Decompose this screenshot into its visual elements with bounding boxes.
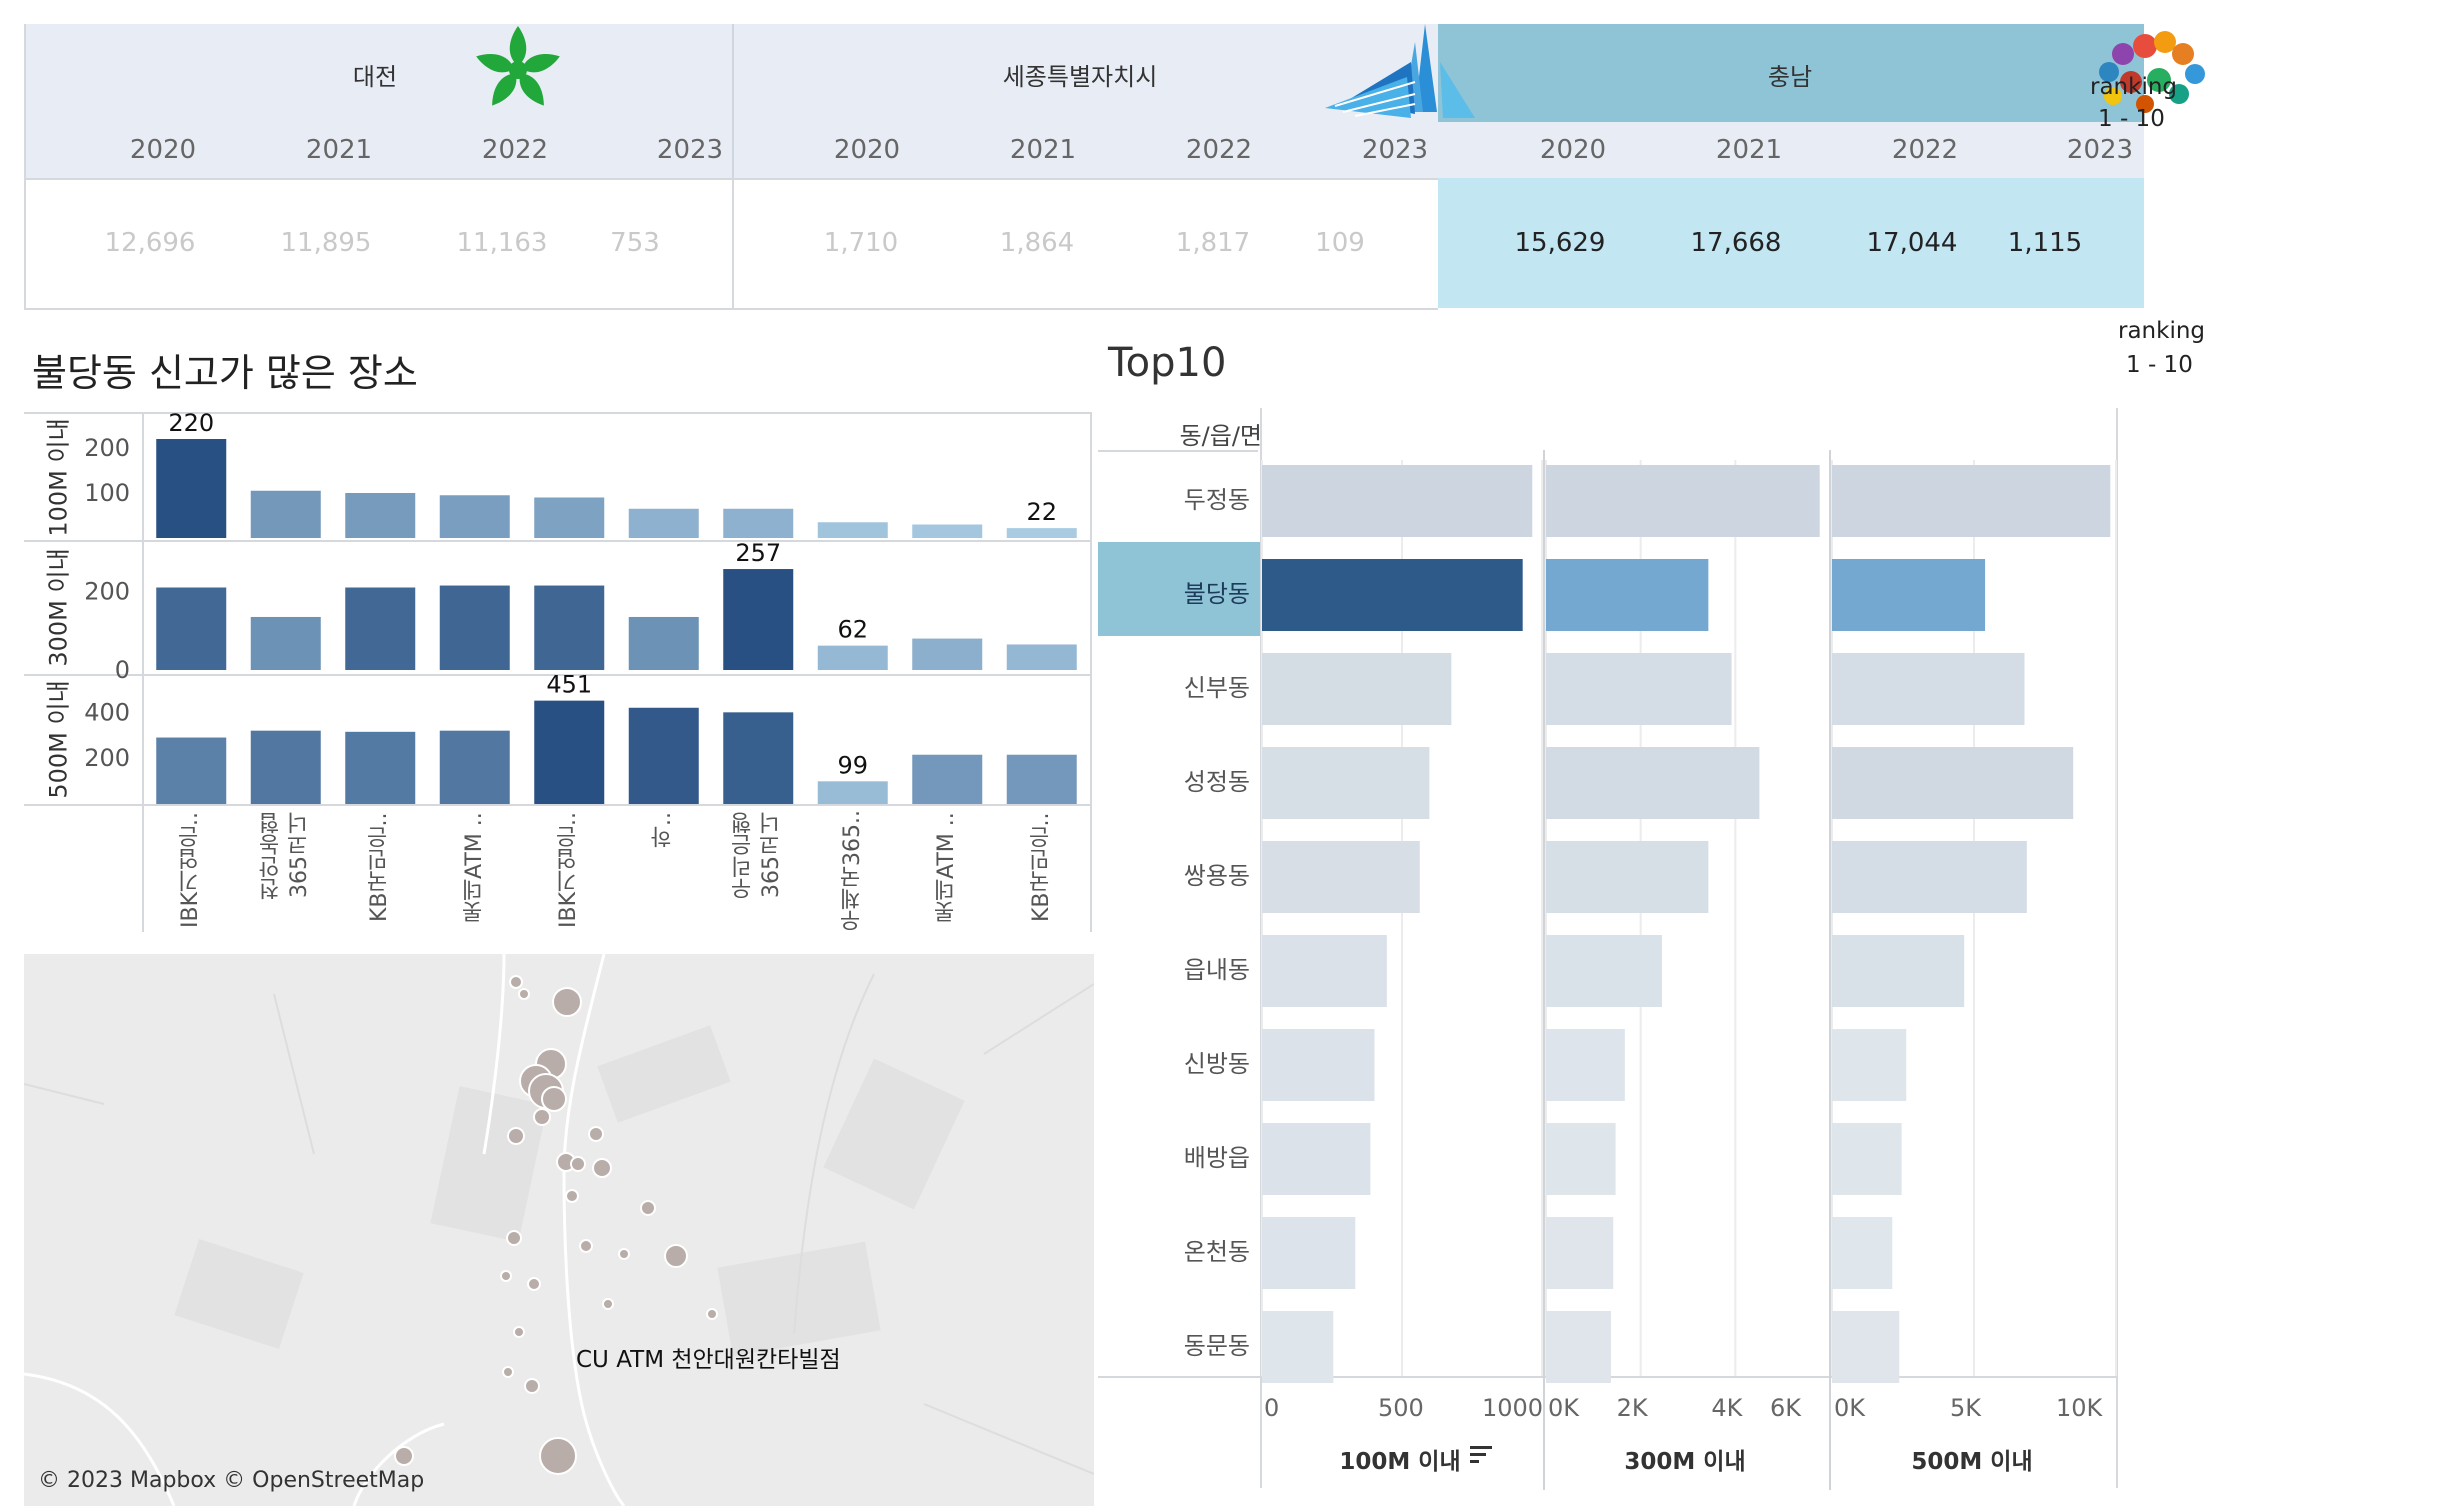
bar[interactable] [1832,841,2027,913]
bar[interactable] [1832,935,1965,1007]
measure-label-100m[interactable]: 100M 이내 [1260,1442,1540,1476]
bar[interactable] [1546,1029,1625,1101]
x-tick-label: 5K [1950,1394,1982,1422]
x-tick-label: 4K [1711,1394,1743,1422]
bar[interactable] [1262,841,1420,913]
bar[interactable] [1546,1123,1616,1195]
bar[interactable] [1832,1123,1902,1195]
x-tick-label: 0K [1548,1394,1580,1422]
bar[interactable] [1546,935,1662,1007]
x-tick-label: 0 [1264,1394,1280,1422]
top10-bar-chart [1261,450,2117,1490]
bar[interactable] [1546,1217,1614,1289]
bar[interactable] [1546,653,1732,725]
x-tick-label: 2K [1616,1394,1648,1422]
bar[interactable] [1832,653,2025,725]
x-tick-label: 0K [1834,1394,1866,1422]
bar[interactable] [1832,1029,1907,1101]
x-tick-label: 500 [1378,1394,1424,1422]
bar[interactable] [1546,1311,1611,1383]
bar[interactable] [1832,465,2111,537]
bar[interactable] [1262,559,1523,631]
bar[interactable] [1546,747,1760,819]
bar[interactable] [1262,1123,1371,1195]
bar[interactable] [1262,935,1387,1007]
bar[interactable] [1262,1029,1375,1101]
bar[interactable] [1832,1311,1900,1383]
bar[interactable] [1262,653,1452,725]
bar[interactable] [1262,465,1533,537]
bar[interactable] [1262,1217,1356,1289]
bar[interactable] [1546,559,1709,631]
bar[interactable] [1546,465,1820,537]
x-tick-label: 1000 [1482,1394,1544,1422]
bar[interactable] [1262,1311,1334,1383]
x-tick-label: 10K [2056,1394,2103,1422]
measure-label-300m[interactable]: 300M 이내 [1545,1442,1825,1476]
bar[interactable] [1832,1217,1893,1289]
x-tick-label: 6K [1770,1394,1802,1422]
measure-label-500m[interactable]: 500M 이내 [1832,1442,2112,1476]
bar[interactable] [1832,747,2074,819]
sort-icon[interactable] [1468,1444,1494,1468]
bar[interactable] [1262,747,1430,819]
bar[interactable] [1546,841,1709,913]
bar[interactable] [1832,559,1986,631]
